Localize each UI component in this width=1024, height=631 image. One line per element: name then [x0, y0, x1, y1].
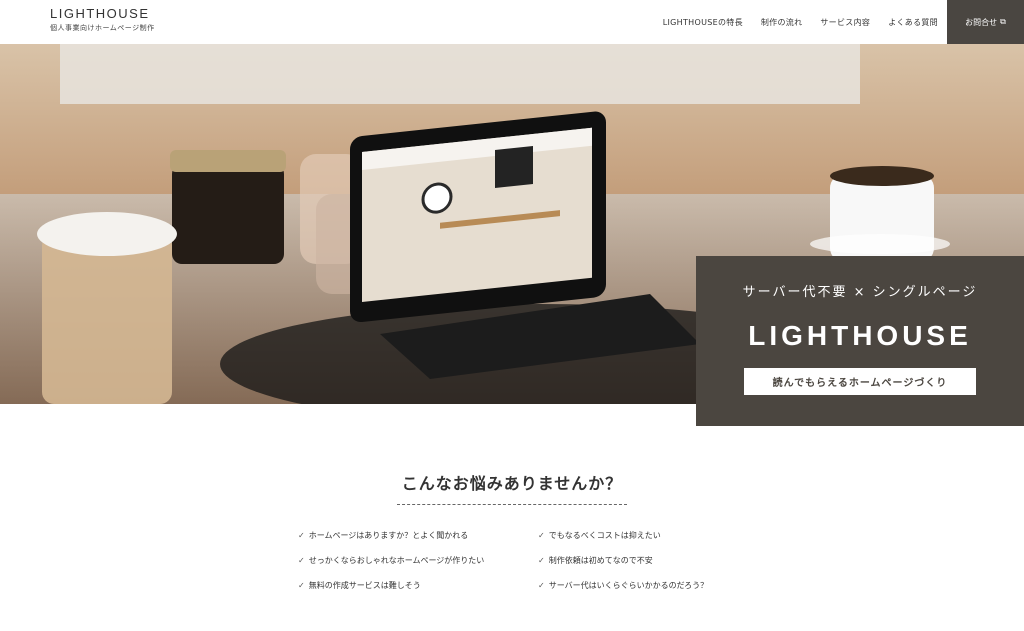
list-item: ✓ 制作依頼は初めてなので不安 — [538, 555, 738, 566]
hero-caption: サーバー代不要 × シングルページ LIGHTHOUSE 読んでもらえるホームペ… — [696, 256, 1024, 426]
check-icon: ✓ — [538, 556, 545, 565]
divider — [397, 504, 627, 505]
list-item: ✓ 無料の作成サービスは難しそう — [298, 580, 538, 591]
nav-item-service[interactable]: サービス内容 — [820, 17, 870, 28]
list-item: ✓ せっかくならおしゃれなホームページが作りたい — [298, 555, 538, 566]
hero-subtitle: サーバー代不要 × シングルページ — [742, 285, 978, 300]
nav-item-flow[interactable]: 制作の流れ — [761, 17, 803, 28]
list-item-label: 無料の作成サービスは難しそう — [308, 581, 421, 590]
list-item-label: サーバー代はいくらぐらいかかるのだろう？ — [548, 581, 709, 590]
contact-label: お問合せ — [965, 17, 998, 27]
hero-tagline: 読んでもらえるホームページづくり — [744, 368, 976, 395]
global-nav: LIGHTHOUSEの特長 制作の流れ サービス内容 よくある質問 — [663, 0, 938, 44]
nav-item-features[interactable]: LIGHTHOUSEの特長 — [663, 17, 743, 28]
worries-list: ✓ ホームページはありますか？とよく聞かれる ✓ でもなるべくコストは抑えたい … — [298, 530, 738, 591]
check-icon: ✓ — [298, 581, 305, 590]
list-item-label: ホームページはありますか？とよく聞かれる — [308, 531, 469, 540]
list-item: ✓ ホームページはありますか？とよく聞かれる — [298, 530, 538, 541]
external-link-icon: ⧉ — [1000, 17, 1006, 26]
check-icon: ✓ — [298, 556, 305, 565]
hero-title: LIGHTHOUSE — [748, 320, 972, 351]
check-icon: ✓ — [298, 531, 305, 540]
list-item-label: 制作依頼は初めてなので不安 — [548, 556, 653, 565]
list-item-label: せっかくならおしゃれなホームページが作りたい — [308, 556, 485, 565]
list-item: ✓ サーバー代はいくらぐらいかかるのだろう？ — [538, 580, 738, 591]
brand-name[interactable]: LIGHTHOUSE — [50, 7, 155, 21]
check-icon: ✓ — [538, 531, 545, 540]
nav-item-faq[interactable]: よくある質問 — [888, 17, 938, 28]
section-title: こんなお悩みありませんか？ — [401, 474, 623, 493]
contact-button[interactable]: お問合せ ⧉ — [947, 0, 1024, 44]
brand-subtitle: 個人事業向けホームページ制作 — [50, 24, 155, 32]
list-item-label: でもなるべくコストは抑えたい — [548, 531, 661, 540]
logo[interactable]: LIGHTHOUSE 個人事業向けホームページ制作 — [50, 7, 155, 33]
list-item: ✓ でもなるべくコストは抑えたい — [538, 530, 738, 541]
check-icon: ✓ — [538, 581, 545, 590]
site-header: LIGHTHOUSE 個人事業向けホームページ制作 LIGHTHOUSEの特長 … — [0, 0, 1024, 44]
worries-section: こんなお悩みありませんか？ ✓ ホームページはありますか？とよく聞かれる ✓ で… — [0, 470, 1024, 590]
